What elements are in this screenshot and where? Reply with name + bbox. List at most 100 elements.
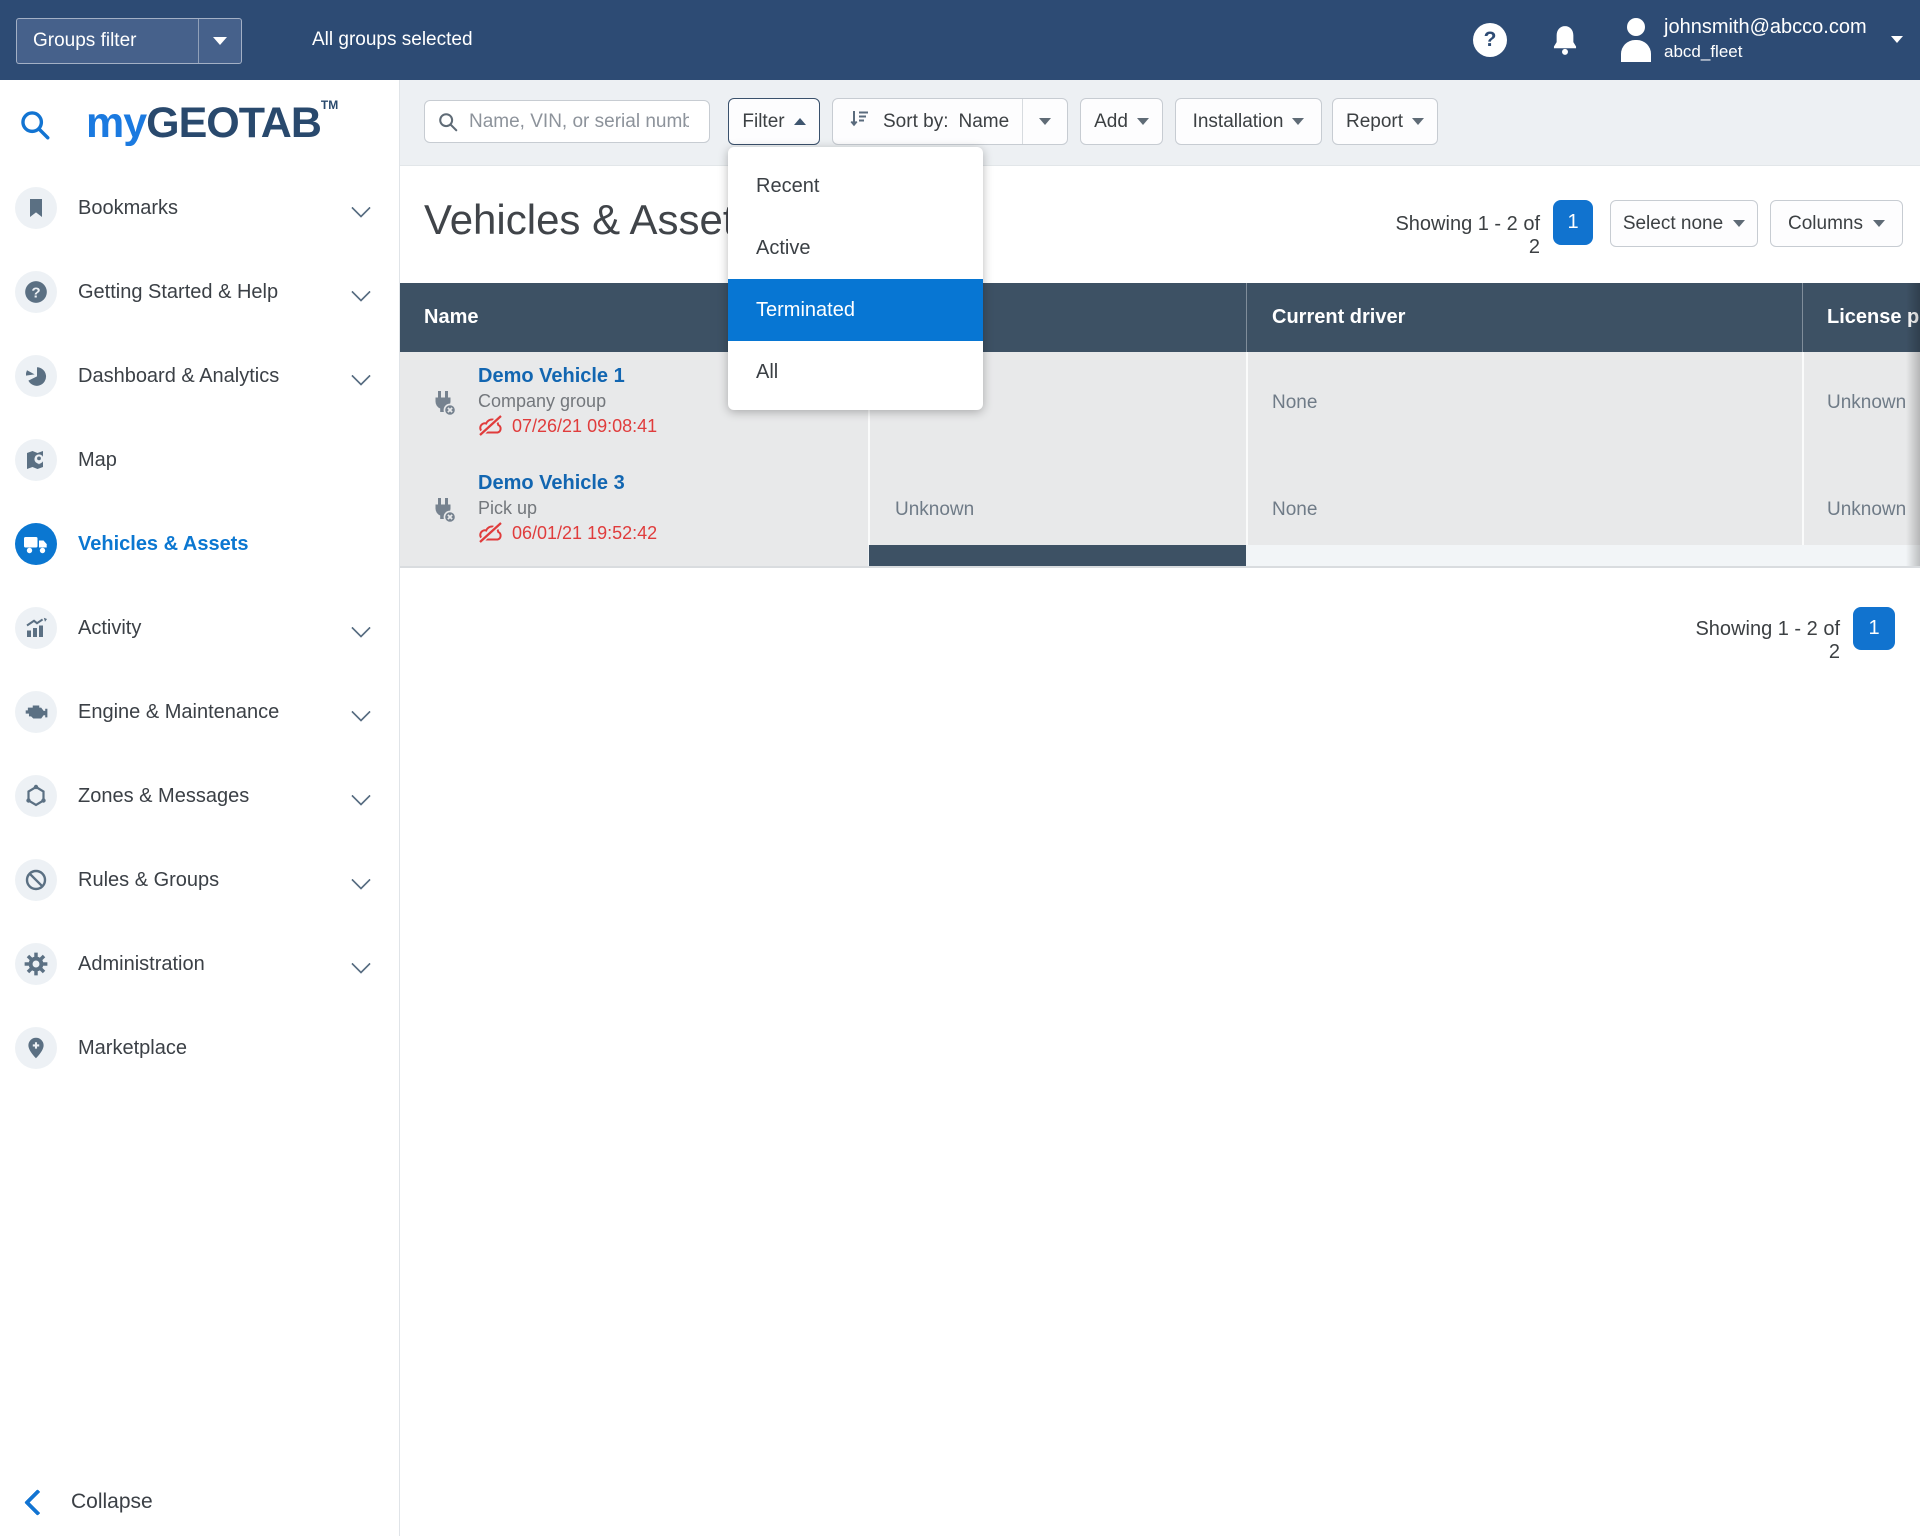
column-header-name[interactable]: Name xyxy=(424,283,478,352)
chevron-down-icon[interactable] xyxy=(351,954,371,974)
engine-icon xyxy=(15,691,57,733)
groups-status-text: All groups selected xyxy=(312,0,473,80)
chevron-down-icon[interactable] xyxy=(351,282,371,302)
collapse-label: Collapse xyxy=(71,1490,153,1514)
user-menu-chevron-down-icon[interactable] xyxy=(1891,36,1903,43)
sidebar-item-administration[interactable]: Administration xyxy=(0,922,399,1006)
sidebar-item-rules-groups[interactable]: Rules & Groups xyxy=(0,838,399,922)
table-row[interactable]: Demo Vehicle 1 Company group 07/26/21 09… xyxy=(400,352,1920,459)
logo-tm: TM xyxy=(321,98,338,112)
column-divider xyxy=(1802,283,1803,352)
sidebar-item-engine-maintenance[interactable]: Engine & Maintenance xyxy=(0,670,399,754)
page-1-button-bottom[interactable]: 1 xyxy=(1853,607,1895,650)
chevron-left-icon xyxy=(24,1489,51,1516)
device-disconnected-icon xyxy=(430,496,458,529)
mygeotab-logo[interactable]: myGEOTABTM xyxy=(86,98,338,148)
last-communication: 07/26/21 09:08:41 xyxy=(478,414,657,438)
groups-filter-label: Groups filter xyxy=(17,30,198,52)
chevron-down-icon xyxy=(1412,118,1424,125)
installation-button[interactable]: Installation xyxy=(1175,98,1322,145)
svg-text:?: ? xyxy=(31,284,40,301)
cell-col2: Unknown xyxy=(895,499,974,521)
scrollbar-thumb[interactable] xyxy=(869,545,1246,568)
select-none-button[interactable]: Select none xyxy=(1610,200,1758,247)
search-input[interactable] xyxy=(467,110,691,134)
sidebar: myGEOTABTM Bookmarks ? Getting Started &… xyxy=(0,80,400,1536)
filter-option-terminated[interactable]: Terminated xyxy=(728,279,983,341)
user-database: abcd_fleet xyxy=(1664,40,1867,64)
filter-button[interactable]: Filter xyxy=(728,98,820,145)
chevron-down-icon[interactable] xyxy=(351,366,371,386)
cell-license-plate: Unknown xyxy=(1827,392,1906,414)
sidebar-item-bookmarks[interactable]: Bookmarks xyxy=(0,166,399,250)
table-body: Demo Vehicle 1 Company group 07/26/21 09… xyxy=(400,352,1920,566)
sidebar-nav: Bookmarks ? Getting Started & Help Dashb… xyxy=(0,166,399,1090)
column-header-current-driver[interactable]: Current driver xyxy=(1272,283,1405,352)
horizontal-scrollbar[interactable] xyxy=(868,545,1920,568)
vehicle-group: Pick up xyxy=(478,498,537,519)
sidebar-item-label: Map xyxy=(78,449,399,472)
sidebar-search-icon[interactable] xyxy=(18,108,52,142)
mygeotab-app: Groups filter All groups selected ? john… xyxy=(0,0,1920,1536)
vehicle-name-link[interactable]: Demo Vehicle 3 xyxy=(478,472,625,495)
add-label: Add xyxy=(1094,111,1128,133)
user-avatar-icon xyxy=(1618,14,1654,66)
sidebar-item-dashboard[interactable]: Dashboard & Analytics xyxy=(0,334,399,418)
sidebar-item-zones-messages[interactable]: Zones & Messages xyxy=(0,754,399,838)
chevron-down-icon xyxy=(1733,220,1745,227)
sidebar-item-vehicles-assets[interactable]: Vehicles & Assets xyxy=(0,502,399,586)
last-communication: 06/01/21 19:52:42 xyxy=(478,521,657,545)
chevron-down-icon[interactable] xyxy=(351,870,371,890)
column-header-license-plate[interactable]: License p xyxy=(1827,283,1919,352)
report-button[interactable]: Report xyxy=(1332,98,1438,145)
help-circle-icon: ? xyxy=(15,271,57,313)
chevron-down-icon xyxy=(1292,118,1304,125)
chevron-down-icon xyxy=(213,37,227,45)
device-disconnected-icon xyxy=(430,389,458,422)
vehicle-name-link[interactable]: Demo Vehicle 1 xyxy=(478,365,625,388)
user-menu[interactable]: johnsmith@abcco.com abcd_fleet xyxy=(1618,14,1867,66)
page-title: Vehicles & Assets xyxy=(424,196,756,244)
logo-my: my xyxy=(86,99,146,147)
chevron-down-icon[interactable] xyxy=(351,786,371,806)
columns-button[interactable]: Columns xyxy=(1770,200,1903,247)
pie-chart-icon xyxy=(15,355,57,397)
columns-label: Columns xyxy=(1788,213,1863,235)
groups-filter-caret[interactable] xyxy=(199,37,241,45)
groups-filter-button[interactable]: Groups filter xyxy=(16,18,242,64)
sidebar-item-map[interactable]: Map xyxy=(0,418,399,502)
last-communication-time: 07/26/21 09:08:41 xyxy=(512,416,657,437)
sidebar-item-label: Zones & Messages xyxy=(78,785,354,808)
sidebar-item-label: Bookmarks xyxy=(78,197,354,220)
sidebar-item-getting-started[interactable]: ? Getting Started & Help xyxy=(0,250,399,334)
sidebar-item-marketplace[interactable]: Marketplace xyxy=(0,1006,399,1090)
filter-option-all[interactable]: All xyxy=(728,341,983,403)
add-button[interactable]: Add xyxy=(1080,98,1163,145)
help-icon[interactable]: ? xyxy=(1473,23,1507,57)
filter-option-recent[interactable]: Recent xyxy=(728,155,983,217)
sort-button[interactable]: Sort by: Name xyxy=(832,98,1068,145)
map-icon xyxy=(15,439,57,481)
column-divider xyxy=(1246,283,1247,352)
chevron-down-icon[interactable] xyxy=(351,702,371,722)
chevron-down-icon[interactable] xyxy=(351,618,371,638)
chevron-down-icon[interactable] xyxy=(351,198,371,218)
filter-option-active[interactable]: Active xyxy=(728,217,983,279)
sidebar-item-label: Vehicles & Assets xyxy=(78,533,399,556)
sidebar-item-activity[interactable]: Activity xyxy=(0,586,399,670)
sort-value: Name xyxy=(958,111,1009,133)
cell-license-plate: Unknown xyxy=(1827,499,1906,521)
zones-hexagon-icon xyxy=(15,775,57,817)
report-label: Report xyxy=(1346,111,1403,133)
activity-chart-icon xyxy=(15,607,57,649)
sort-caret-section[interactable] xyxy=(1022,99,1067,144)
bookmark-icon xyxy=(15,187,57,229)
sort-prefix: Sort by: xyxy=(883,111,948,133)
logo-geotab: GEOTAB xyxy=(146,99,321,147)
notification-bell-icon[interactable] xyxy=(1548,22,1582,58)
last-communication-time: 06/01/21 19:52:42 xyxy=(512,523,657,544)
sidebar-collapse-button[interactable]: Collapse xyxy=(0,1472,399,1532)
page-1-button[interactable]: 1 xyxy=(1553,200,1593,245)
asset-search-box[interactable] xyxy=(424,100,710,143)
sidebar-item-label: Marketplace xyxy=(78,1037,399,1060)
